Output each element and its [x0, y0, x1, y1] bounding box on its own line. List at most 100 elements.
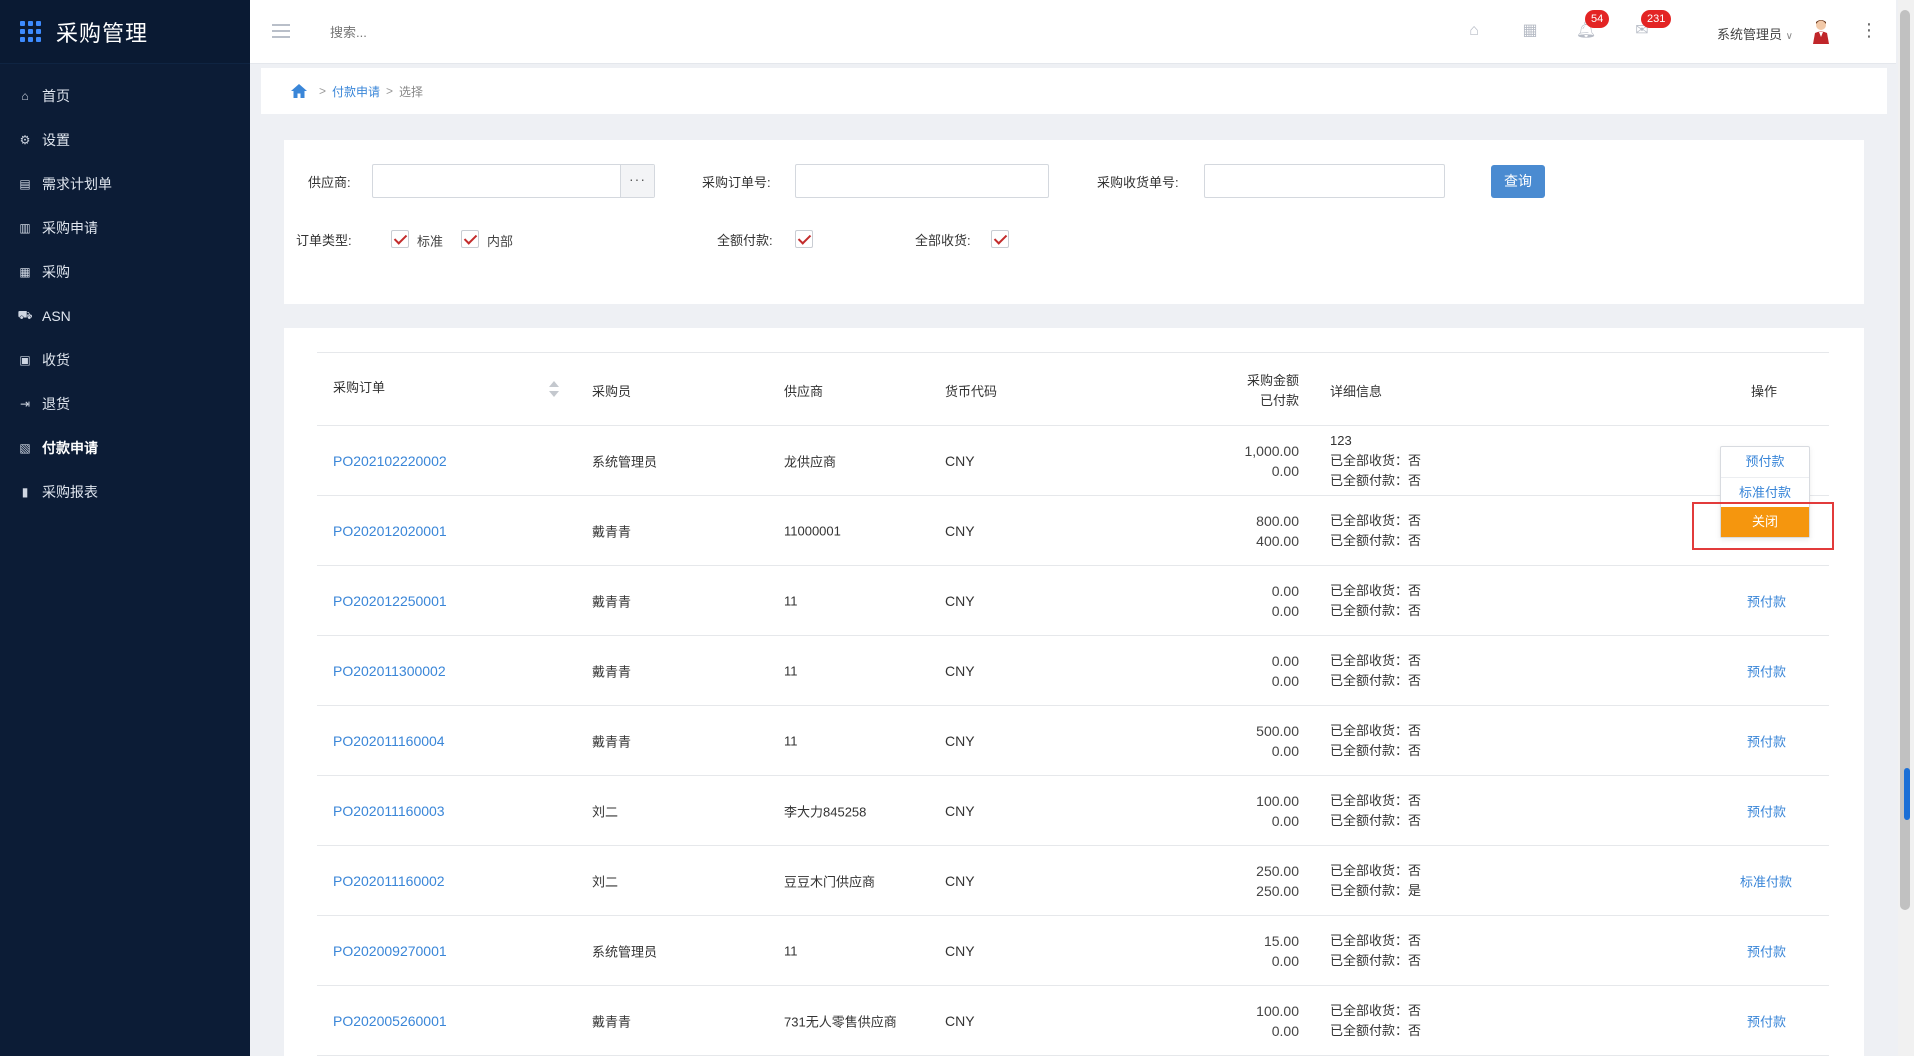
search-input[interactable] — [330, 20, 590, 44]
column-header-vendor: 供应商 — [784, 384, 824, 399]
table-row: PO202012020001 戴青青 11000001 CNY 800.00 4… — [317, 496, 1829, 566]
order-type-standard-checkbox[interactable] — [391, 230, 409, 248]
currency-cell: CNY — [945, 732, 975, 749]
row-action-link[interactable]: 预付款 — [1747, 1011, 1786, 1030]
currency-cell: CNY — [945, 592, 975, 609]
row-action-link[interactable]: 预付款 — [1747, 941, 1786, 960]
sidebar-item-purchase-request[interactable]: ▥ 采购申请 — [0, 206, 250, 250]
sidebar-item-purchase[interactable]: ▦ 采购 — [0, 250, 250, 294]
sidebar-item-label: 退货 — [42, 396, 70, 412]
app-title: 采购管理 — [56, 20, 149, 46]
query-button[interactable]: 查询 — [1491, 165, 1545, 198]
supplier-lookup-button[interactable]: ··· — [620, 165, 654, 197]
po-link[interactable]: PO202102220002 — [333, 453, 447, 469]
po-link[interactable]: PO202011160002 — [333, 873, 445, 889]
po-number-label: 采购订单号: — [702, 175, 771, 190]
amount-cell: 0.00 0.00 — [1272, 581, 1299, 621]
sort-icon[interactable] — [549, 381, 559, 399]
breadcrumb-link[interactable]: 付款申请 — [332, 83, 380, 100]
top-header: ⌂ ▦ 🔔︎ 54 ✉ 231 系统管理员 ∨ ⋮ — [250, 0, 1896, 64]
column-header-po[interactable]: 采购订单 — [333, 377, 385, 396]
amount-cell: 100.00 0.00 — [1256, 791, 1299, 831]
order-type-internal-checkbox[interactable] — [461, 230, 479, 248]
received-status: 已全部收货：否 — [1330, 1002, 1422, 1018]
sidebar-item-returns[interactable]: ⇥ 退货 — [0, 382, 250, 426]
received-status: 已全部收货：否 — [1330, 512, 1422, 528]
dropdown-item-prepayment[interactable]: 预付款 — [1721, 447, 1809, 477]
page-scrollbar[interactable] — [1898, 0, 1914, 1056]
form-icon: ▥ — [19, 221, 31, 235]
row-action-link[interactable]: 预付款 — [1747, 731, 1786, 750]
paid-amount: 0.00 — [1271, 812, 1299, 829]
supplier-field[interactable]: ··· — [372, 164, 655, 198]
row-action-link[interactable]: 预付款 — [1747, 591, 1786, 610]
home-icon[interactable]: ⌂ — [1463, 20, 1485, 42]
po-number-input[interactable] — [795, 164, 1049, 198]
paid-amount: 0.00 — [1271, 952, 1299, 969]
column-header-currency: 货币代码 — [945, 384, 998, 399]
currency-cell: CNY — [945, 452, 975, 469]
sidebar-item-receiving[interactable]: ▣ 收货 — [0, 338, 250, 382]
table-row: PO202012250001 戴青青 11 CNY 0.00 0.00 已全部收… — [317, 566, 1829, 636]
more-vertical-icon[interactable]: ⋮ — [1860, 20, 1878, 41]
payment-status: 已全额付款：否 — [1330, 812, 1422, 828]
payment-status: 已全额付款：否 — [1330, 1022, 1422, 1038]
row-action-link[interactable]: 预付款 — [1747, 661, 1786, 680]
buyer-cell: 刘二 — [592, 804, 619, 819]
brand-bar: 采购管理 — [0, 0, 250, 64]
table-row: PO202009270001 系统管理员 11 CNY 15.00 0.00 已… — [317, 916, 1829, 986]
bar-chart-icon: ▮ — [21, 485, 29, 499]
column-header-details: 详细信息 — [1330, 384, 1383, 399]
menu-toggle-icon[interactable] — [272, 24, 290, 38]
vendor-cell: 11 — [784, 663, 798, 678]
row-action-link[interactable]: 预付款 — [1747, 801, 1786, 820]
table-header: 采购订单 采购员 供应商 货币代码 采购金额 已付款 详细信息 操作 — [317, 352, 1829, 426]
user-menu[interactable]: 系统管理员 ∨ — [1717, 24, 1793, 43]
document-icon: ▤ — [19, 177, 31, 191]
table-row: PO202011160002 刘二 豆豆木门供应商 CNY 250.00 250… — [317, 846, 1829, 916]
row-action-link[interactable]: 标准付款 — [1740, 871, 1792, 890]
amount-cell: 0.00 0.00 — [1272, 651, 1299, 691]
sidebar-item-home[interactable]: ⌂ 首页 — [0, 74, 250, 118]
sidebar-item-demand-plan[interactable]: ▤ 需求计划单 — [0, 162, 250, 206]
received-status: 已全部收货：否 — [1330, 452, 1422, 468]
po-link[interactable]: PO202011160004 — [333, 733, 445, 749]
buyer-cell: 戴青青 — [592, 1014, 632, 1029]
received-status: 已全部收货：否 — [1330, 792, 1422, 808]
home-icon[interactable] — [291, 84, 307, 98]
purchase-amount: 0.00 — [1271, 652, 1299, 669]
payment-status: 已全额付款：否 — [1330, 742, 1422, 758]
sidebar-item-settings[interactable]: ⚙ 设置 — [0, 118, 250, 162]
amount-cell: 1,000.00 0.00 — [1245, 441, 1300, 481]
sidebar-item-label: 首页 — [42, 88, 70, 104]
details-cell: 123 已全部收货：否 已全额付款：否 — [1330, 431, 1421, 491]
grid-icon[interactable]: ▦ — [1519, 20, 1541, 42]
po-link[interactable]: PO202012250001 — [333, 593, 447, 609]
vendor-cell: 龙供应商 — [784, 454, 837, 469]
currency-cell: CNY — [945, 802, 975, 819]
amount-cell: 100.00 0.00 — [1256, 1001, 1299, 1041]
payment-status: 已全额付款：否 — [1330, 472, 1422, 488]
received-status: 已全部收货：否 — [1330, 652, 1422, 668]
sidebar-item-payment-request[interactable]: ▧ 付款申请 — [0, 426, 250, 470]
po-link[interactable]: PO202005260001 — [333, 1013, 447, 1029]
mail-icon[interactable]: ✉ 231 — [1631, 10, 1672, 42]
avatar[interactable] — [1810, 18, 1832, 44]
po-link[interactable]: PO202011160003 — [333, 803, 445, 819]
sidebar-item-reports[interactable]: ▮ 采购报表 — [0, 470, 250, 514]
po-link[interactable]: PO202009270001 — [333, 943, 447, 959]
return-icon: ⇥ — [19, 397, 31, 411]
truck-icon: ⛟ — [17, 308, 33, 322]
payment-icon: ▧ — [19, 441, 31, 455]
receipt-number-input[interactable] — [1204, 164, 1445, 198]
po-link[interactable]: PO202012020001 — [333, 523, 447, 539]
full-payment-checkbox[interactable] — [795, 230, 813, 248]
received-status: 已全部收货：否 — [1330, 862, 1422, 878]
sidebar-item-label: 采购 — [42, 264, 70, 280]
sidebar-item-asn[interactable]: ⛟ ASN — [0, 294, 250, 338]
po-link[interactable]: PO202011300002 — [333, 663, 446, 679]
full-receipt-checkbox[interactable] — [991, 230, 1009, 248]
apps-grid-icon[interactable] — [20, 20, 42, 43]
details-cell: 已全部收货：否 已全额付款：否 — [1330, 721, 1421, 761]
bell-icon[interactable]: 🔔︎ 54 — [1575, 10, 1610, 42]
